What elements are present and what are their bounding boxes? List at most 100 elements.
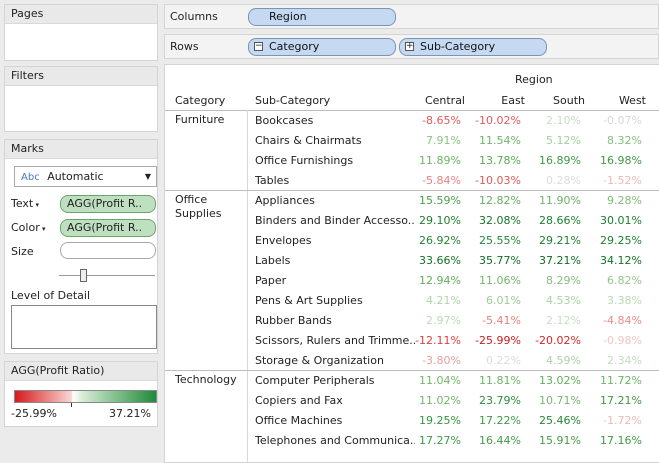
- table-row[interactable]: Office Supplies Appliances 15.59% 12.82% 11.…: [165, 190, 659, 220]
- profit-ratio-cell[interactable]: -25.99%: [465, 331, 525, 351]
- subcategory-cell[interactable]: Rubber Bands: [255, 314, 415, 327]
- category-cell[interactable]: Technology: [175, 373, 237, 387]
- profit-ratio-cell[interactable]: -10.02%: [465, 111, 525, 131]
- filters-card[interactable]: Filters: [4, 66, 158, 132]
- profit-ratio-cell[interactable]: -4.84%: [585, 311, 646, 331]
- profit-ratio-cell[interactable]: -10.03%: [465, 171, 525, 191]
- profit-ratio-cell[interactable]: 15.59%: [415, 191, 465, 211]
- profit-ratio-cell[interactable]: 2.10%: [525, 111, 585, 131]
- profit-ratio-cell[interactable]: 28.66%: [525, 211, 585, 231]
- profit-ratio-cell[interactable]: -0.07%: [585, 111, 646, 131]
- profit-ratio-cell[interactable]: 19.25%: [415, 411, 465, 431]
- profit-ratio-cell[interactable]: 37.21%: [525, 251, 585, 271]
- subcategory-cell[interactable]: Bookcases: [255, 114, 415, 127]
- profit-ratio-cell[interactable]: 29.10%: [415, 211, 465, 231]
- table-row[interactable]: Rubber Bands 2.97% -5.41% 2.12% -4.84%: [165, 311, 659, 331]
- profit-ratio-cell[interactable]: 17.16%: [585, 431, 646, 451]
- subcategory-cell[interactable]: Chairs & Chairmats: [255, 134, 415, 147]
- profit-ratio-cell[interactable]: -12.11%: [415, 331, 465, 351]
- profit-ratio-cell[interactable]: 5.12%: [525, 131, 585, 151]
- profit-ratio-cell[interactable]: 2.12%: [525, 311, 585, 331]
- profit-ratio-cell[interactable]: 12.94%: [415, 271, 465, 291]
- size-slider-thumb[interactable]: [80, 269, 87, 282]
- subcategory-cell[interactable]: Copiers and Fax: [255, 394, 415, 407]
- table-row[interactable]: Copiers and Fax 11.02% 23.79% 10.71% 17.21%: [165, 391, 659, 411]
- profit-ratio-cell[interactable]: 11.72%: [585, 371, 646, 391]
- profit-ratio-cell[interactable]: 0.22%: [465, 351, 525, 371]
- profit-ratio-cell[interactable]: 29.21%: [525, 231, 585, 251]
- profit-ratio-cell[interactable]: 11.02%: [415, 391, 465, 411]
- profit-ratio-cell[interactable]: 33.66%: [415, 251, 465, 271]
- table-row[interactable]: Envelopes 26.92% 25.55% 29.21% 29.25%: [165, 231, 659, 251]
- profit-ratio-cell[interactable]: 3.38%: [585, 291, 646, 311]
- profit-ratio-cell[interactable]: -3.80%: [415, 351, 465, 371]
- profit-ratio-cell[interactable]: 12.82%: [465, 191, 525, 211]
- profit-ratio-cell[interactable]: 25.46%: [525, 411, 585, 431]
- table-row[interactable]: Binders and Binder Accesso.. 29.10% 32.08%…: [165, 211, 659, 231]
- profit-ratio-cell[interactable]: 15.91%: [525, 431, 585, 451]
- profit-ratio-cell[interactable]: 30.01%: [585, 211, 646, 231]
- table-row[interactable]: Technology Computer Peripherals 11.04% 11.8…: [165, 370, 659, 391]
- profit-ratio-cell[interactable]: 11.54%: [465, 131, 525, 151]
- region-header-south[interactable]: South: [525, 94, 585, 107]
- profit-ratio-cell[interactable]: 6.82%: [585, 271, 646, 291]
- collapse-icon[interactable]: −: [254, 42, 263, 51]
- profit-ratio-cell[interactable]: 23.79%: [465, 391, 525, 411]
- profit-ratio-cell[interactable]: 11.81%: [465, 371, 525, 391]
- profit-ratio-cell[interactable]: 2.34%: [585, 351, 646, 371]
- profit-ratio-cell[interactable]: 8.32%: [585, 131, 646, 151]
- region-header-west[interactable]: West: [585, 94, 646, 107]
- profit-ratio-cell[interactable]: 29.25%: [585, 231, 646, 251]
- profit-ratio-cell[interactable]: 11.90%: [525, 191, 585, 211]
- profit-ratio-cell[interactable]: 32.08%: [465, 211, 525, 231]
- profit-ratio-cell[interactable]: -5.84%: [415, 171, 465, 191]
- level-of-detail-shelf[interactable]: [11, 305, 157, 349]
- subcategory-cell[interactable]: Office Machines: [255, 414, 415, 427]
- profit-ratio-cell[interactable]: 10.71%: [525, 391, 585, 411]
- category-pill[interactable]: − Category: [248, 38, 396, 56]
- profit-ratio-cell[interactable]: 7.91%: [415, 131, 465, 151]
- columns-shelf[interactable]: Columns Region: [164, 4, 659, 29]
- table-row[interactable]: Telephones and Communica.. 17.27% 16.44% 15…: [165, 431, 659, 451]
- region-pill[interactable]: Region: [248, 8, 396, 26]
- profit-ratio-cell[interactable]: 0.28%: [525, 171, 585, 191]
- profit-ratio-cell[interactable]: 13.02%: [525, 371, 585, 391]
- profit-ratio-cell[interactable]: -5.41%: [465, 311, 525, 331]
- profit-ratio-cell[interactable]: 11.04%: [415, 371, 465, 391]
- text-pill[interactable]: AGG(Profit R..: [60, 195, 156, 213]
- profit-ratio-cell[interactable]: 8.29%: [525, 271, 585, 291]
- profit-ratio-cell[interactable]: 17.27%: [415, 431, 465, 451]
- profit-ratio-cell[interactable]: 17.21%: [585, 391, 646, 411]
- subcategory-cell[interactable]: Paper: [255, 274, 415, 287]
- profit-ratio-cell[interactable]: 17.22%: [465, 411, 525, 431]
- profit-ratio-cell[interactable]: 11.89%: [415, 151, 465, 171]
- profit-ratio-cell[interactable]: 4.59%: [525, 351, 585, 371]
- text-shelf-label[interactable]: Text ▾: [11, 197, 39, 210]
- subcategory-column-header[interactable]: Sub-Category: [255, 94, 330, 107]
- color-pill[interactable]: AGG(Profit R..: [60, 219, 156, 237]
- profit-ratio-cell[interactable]: 25.55%: [465, 231, 525, 251]
- table-row[interactable]: Chairs & Chairmats 7.91% 11.54% 5.12% 8.32%: [165, 131, 659, 151]
- profit-ratio-cell[interactable]: 11.06%: [465, 271, 525, 291]
- subcategory-cell[interactable]: Scissors, Rulers and Trimme..: [255, 334, 415, 347]
- crosstab-view[interactable]: Region Category Sub-Category Central Eas…: [164, 64, 659, 463]
- region-header-central[interactable]: Central: [415, 94, 465, 107]
- profit-ratio-cell[interactable]: 34.12%: [585, 251, 646, 271]
- table-row[interactable]: Scissors, Rulers and Trimme.. -12.11% -25.…: [165, 331, 659, 351]
- profit-ratio-cell[interactable]: 26.92%: [415, 231, 465, 251]
- profit-ratio-cell[interactable]: -8.65%: [415, 111, 465, 131]
- mark-type-dropdown[interactable]: Abc Automatic ▼: [14, 166, 157, 187]
- table-row[interactable]: Labels 33.66% 35.77% 37.21% 34.12%: [165, 251, 659, 271]
- subcategory-pill[interactable]: + Sub-Category: [399, 38, 547, 56]
- table-row[interactable]: Office Machines 19.25% 17.22% 25.46% -1.72%: [165, 411, 659, 431]
- table-row[interactable]: Tables -5.84% -10.03% 0.28% -1.52%: [165, 171, 659, 191]
- profit-ratio-cell[interactable]: 16.44%: [465, 431, 525, 451]
- table-row[interactable]: Office Furnishings 11.89% 13.78% 16.89% 16.9…: [165, 151, 659, 171]
- profit-ratio-cell[interactable]: -1.72%: [585, 411, 646, 431]
- subcategory-cell[interactable]: Tables: [255, 174, 415, 187]
- rows-shelf[interactable]: Rows − Category + Sub-Category: [164, 34, 659, 59]
- profit-ratio-cell[interactable]: -20.02%: [525, 331, 585, 351]
- subcategory-cell[interactable]: Pens & Art Supplies: [255, 294, 415, 307]
- profit-ratio-cell[interactable]: 13.78%: [465, 151, 525, 171]
- profit-ratio-cell[interactable]: 2.97%: [415, 311, 465, 331]
